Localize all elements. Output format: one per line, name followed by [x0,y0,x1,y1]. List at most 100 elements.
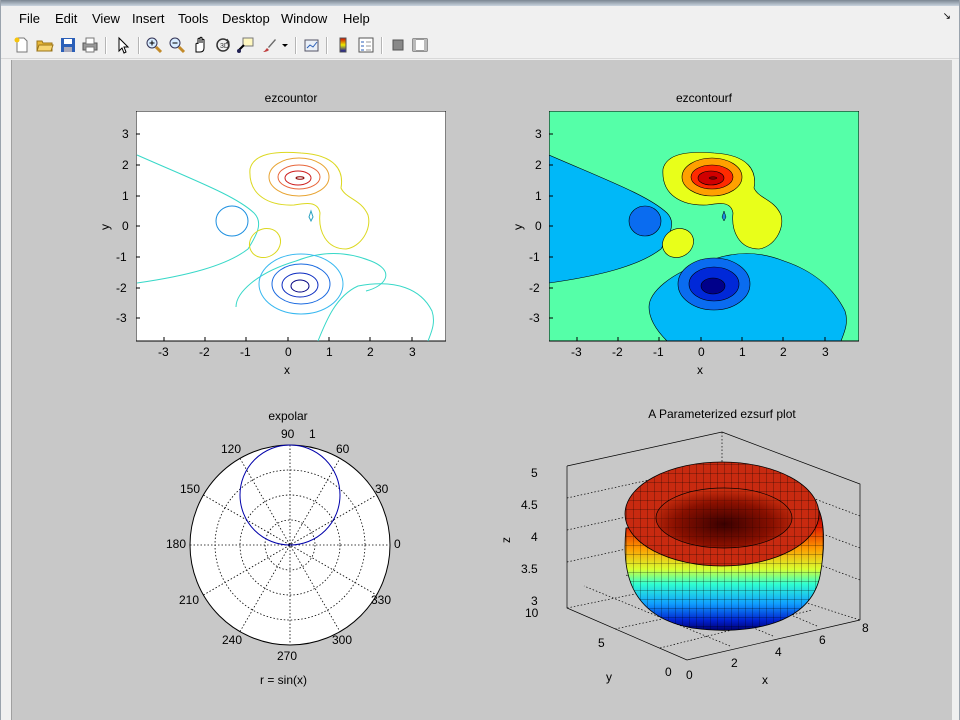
x-tick-label: -2 [199,345,210,359]
y-tick-label: -3 [116,311,127,325]
x-tick-label: 3 [822,345,829,359]
y-tick-label: -1 [116,250,127,264]
new-file-icon[interactable] [13,36,31,54]
angle-label: 270 [277,649,298,663]
svg-text:3D: 3D [220,43,229,50]
x-tick-label: -1 [240,345,251,359]
toolbar-separator [138,37,140,54]
contour-plot-area[interactable] [136,111,446,342]
surf-ylabel: y [606,670,612,684]
contourf-title: ezcontourf [675,91,733,105]
insert-colorbar-icon[interactable] [334,36,352,54]
angle-label: 60 [336,442,350,456]
menu-window[interactable]: Window [281,11,327,26]
angle-label: 330 [371,593,392,607]
hide-plot-tools-icon[interactable] [389,36,407,54]
menu-tools[interactable]: Tools [178,11,208,26]
surf-title: A Parameterized ezsurf plot [648,407,796,421]
angle-label: 240 [222,633,243,647]
angle-label: 300 [332,633,353,647]
zoom-out-icon[interactable] [168,36,186,54]
x-tick-label: -1 [653,345,664,359]
y-tick-label: 0 [122,219,129,233]
z-tick-label: 5 [531,466,538,480]
y-tick-label: -2 [529,281,540,295]
menu-bar: File Edit View Insert Tools Desktop Wind… [1,6,959,32]
y-tick-label: 10 [525,606,539,620]
x-tick-label: 0 [285,345,292,359]
polar-xlabel: r = sin(x) [260,673,308,687]
contour-xlabel: x [284,363,290,377]
menu-help[interactable]: Help [343,11,370,26]
menu-view[interactable]: View [92,11,120,26]
x-tick-label: 2 [780,345,787,359]
surf-zlabel: z [499,537,513,543]
y-tick-label: 3 [122,127,129,141]
toolbar-separator [105,37,107,54]
y-tick-label: 2 [535,158,542,172]
y-tick-label: 2 [122,158,129,172]
x-tick-label: 1 [739,345,746,359]
polar-plot-area[interactable] [188,443,392,647]
menu-desktop[interactable]: Desktop [222,11,270,26]
contourf-xlabel: x [697,363,703,377]
x-tick-label: -3 [571,345,582,359]
y-tick-label: -2 [116,281,127,295]
angle-label: 150 [180,482,201,496]
x-tick-label: 6 [819,633,826,647]
menu-file[interactable]: File [19,11,40,26]
x-tick-label: 4 [775,645,782,659]
y-tick-label: 5 [598,636,605,650]
dock-arrow-icon[interactable]: ↘ [943,11,951,22]
contour-ylabel: y [98,224,112,230]
x-tick-label: 0 [698,345,705,359]
x-tick-label: 2 [731,656,738,670]
contour-title: ezcountor [264,91,318,105]
rotate-3d-icon[interactable]: 3D [214,36,232,54]
y-tick-label: -1 [529,250,540,264]
data-cursor-icon[interactable] [236,36,254,54]
brush-icon[interactable] [260,36,278,54]
angle-label: 180 [166,537,187,551]
y-tick-label: 0 [665,665,672,679]
angle-label: 90 [281,427,295,441]
y-tick-label: 1 [122,189,129,203]
matlab-figure-window: File Edit View Insert Tools Desktop Wind… [0,0,960,720]
x-tick-label: 3 [409,345,416,359]
x-tick-label: 0 [686,668,693,682]
x-tick-label: 8 [862,621,869,635]
link-plot-icon[interactable] [303,36,321,54]
z-tick-label: 4.5 [521,498,538,512]
pointer-icon[interactable] [114,36,132,54]
angle-label: 120 [221,442,242,456]
print-icon[interactable] [81,36,99,54]
radius-label: 1 [309,427,316,441]
menu-edit[interactable]: Edit [55,11,77,26]
x-tick-label: -2 [612,345,623,359]
pan-icon[interactable] [191,36,209,54]
surf-xlabel: x [762,673,768,687]
z-tick-label: 3.5 [521,562,538,576]
open-folder-icon[interactable] [36,36,54,54]
brush-dropdown-icon[interactable] [280,36,290,54]
menu-insert[interactable]: Insert [132,11,165,26]
x-tick-label: 1 [326,345,333,359]
contourf-ylabel: y [511,224,525,230]
y-tick-label: 1 [535,189,542,203]
toolbar-separator [326,37,328,54]
angle-label: 210 [179,593,200,607]
save-icon[interactable] [59,36,77,54]
x-tick-label: 2 [367,345,374,359]
show-plot-tools-icon[interactable] [411,36,429,54]
insert-legend-icon[interactable] [357,36,375,54]
y-tick-label: 3 [535,127,542,141]
figure-toolbar: 3D [1,32,959,59]
toolbar-separator [295,37,297,54]
zoom-in-icon[interactable] [145,36,163,54]
contourf-plot-area[interactable] [549,111,859,342]
surf-plot-area[interactable] [542,428,862,668]
angle-label: 0 [394,537,401,551]
toolbar-separator [381,37,383,54]
y-tick-label: 0 [535,219,542,233]
z-tick-label: 4 [531,530,538,544]
